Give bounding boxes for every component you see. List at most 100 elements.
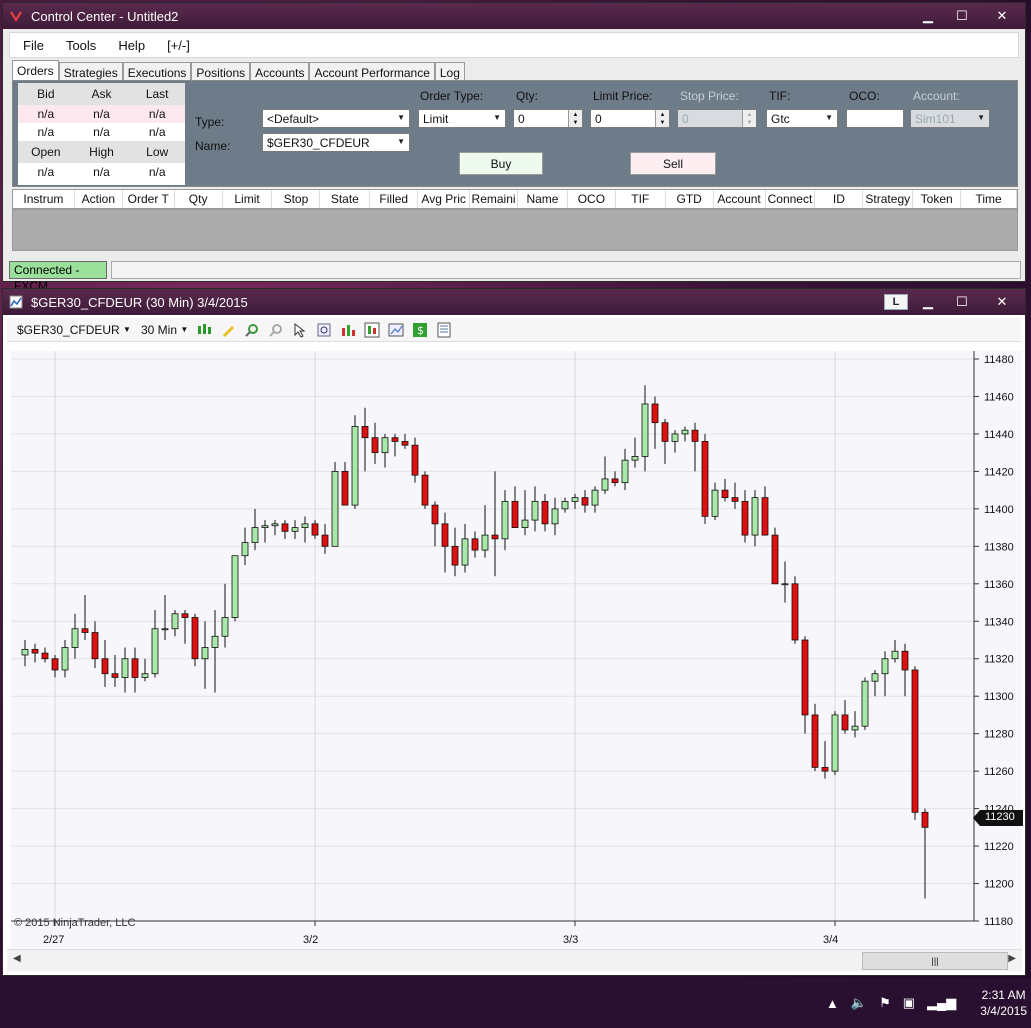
pointer-icon[interactable] — [292, 322, 308, 338]
candle-down — [111, 673, 119, 678]
flag-icon[interactable]: ⚑ — [879, 995, 891, 1011]
quote-row: n/a n/a n/a — [18, 123, 185, 141]
chart-scrollbar[interactable]: ◀ ||| ▶ — [7, 949, 1022, 971]
volume-icon[interactable]: 🔈 — [851, 995, 867, 1011]
limit-price-spinner[interactable]: ▲ ▼ — [655, 110, 669, 127]
scroll-thumb[interactable]: ||| — [862, 952, 1008, 970]
minimize-button[interactable]: ▁ — [911, 3, 945, 29]
dollar-icon[interactable]: $ — [412, 322, 428, 338]
quote-value: n/a — [37, 107, 55, 121]
candlestick-chart[interactable]: 1118011200112201124011260112801130011320… — [11, 351, 1022, 949]
grid-column-header[interactable]: GTD — [666, 190, 714, 208]
instrument-dropdown[interactable]: $GER30_CFDEUR — [262, 133, 410, 152]
orders-grid-body[interactable] — [12, 209, 1018, 251]
data-box-icon[interactable] — [436, 322, 452, 338]
grid-column-header[interactable]: ID — [815, 190, 864, 208]
qty-spinner[interactable]: ▲ ▼ — [568, 110, 582, 127]
candle-up — [121, 658, 129, 678]
grid-column-header[interactable]: Filled — [370, 190, 419, 208]
stop-price-spinner: ▲ ▼ — [742, 110, 756, 127]
link-button[interactable]: L — [881, 289, 911, 315]
chart-properties-icon[interactable] — [388, 322, 404, 338]
scroll-right-icon[interactable]: ▶ — [1008, 953, 1016, 964]
qty-value: 0 — [518, 111, 525, 126]
candle-up — [261, 525, 269, 529]
candle-up — [531, 500, 539, 521]
grid-column-header[interactable]: Action — [75, 190, 123, 208]
tif-dropdown[interactable]: Gtc — [766, 109, 838, 128]
close-button[interactable]: ✕ — [979, 3, 1025, 29]
grid-column-header[interactable]: State — [320, 190, 371, 208]
candle-down — [691, 429, 699, 442]
quote-value: n/a — [148, 107, 166, 121]
candle-up — [301, 523, 309, 528]
grid-column-header[interactable]: TIF — [616, 190, 666, 208]
grid-column-header[interactable]: Avg Pric — [418, 190, 471, 208]
candle-down — [401, 441, 409, 446]
candle-up — [71, 628, 79, 648]
qty-label: Qty: — [516, 89, 539, 103]
order-type-dropdown[interactable]: Limit — [418, 109, 506, 128]
zoom-in-icon[interactable] — [244, 322, 260, 338]
y-tick-label: 11200 — [984, 879, 1014, 891]
type-dropdown[interactable]: <Default> — [262, 109, 410, 128]
menu-toggle[interactable]: [+/-] — [154, 38, 199, 53]
oco-input[interactable] — [846, 109, 904, 128]
tab-orders[interactable]: Orders — [12, 60, 59, 82]
network-icon[interactable]: ▣ — [903, 995, 915, 1011]
strategies-icon[interactable] — [364, 322, 380, 338]
grid-column-header[interactable]: OCO — [568, 190, 616, 208]
candle-up — [641, 403, 649, 457]
candle-down — [81, 628, 89, 633]
minimize-button[interactable]: ▁ — [911, 289, 945, 315]
grid-column-header[interactable]: Time — [961, 190, 1018, 208]
grid-column-header[interactable]: Name — [518, 190, 568, 208]
tif-value: Gtc — [771, 111, 790, 126]
grid-column-header[interactable]: Instrum — [13, 190, 75, 208]
menu-help[interactable]: Help — [105, 38, 154, 53]
close-button[interactable]: ✕ — [979, 289, 1025, 315]
grid-column-header[interactable]: Strategy — [863, 190, 914, 208]
clock[interactable]: 2:31 AM 3/4/2015 — [980, 987, 1027, 1019]
grid-column-header[interactable]: Stop — [272, 190, 321, 208]
system-tray: ▲ 🔈 ⚑ ▣ ▂▄▆ — [814, 995, 956, 1011]
grid-column-header[interactable]: Order T — [123, 190, 175, 208]
type-value: <Default> — [267, 111, 320, 126]
grid-column-header[interactable]: Token — [913, 190, 962, 208]
indicators-icon[interactable] — [340, 322, 356, 338]
maximize-button[interactable]: ☐ — [945, 3, 979, 29]
candle-down — [471, 538, 479, 551]
scroll-left-icon[interactable]: ◀ — [13, 953, 21, 964]
sell-button[interactable]: Sell — [630, 152, 716, 175]
grid-column-header[interactable]: Remaini — [470, 190, 518, 208]
magnifier-icon[interactable] — [316, 322, 332, 338]
control-center-titlebar[interactable]: Control Center - Untitled2 ▁ ☐ ✕ — [3, 3, 1025, 29]
zoom-out-icon[interactable] — [268, 322, 284, 338]
chart-titlebar[interactable]: $GER30_CFDEUR (30 Min) 3/4/2015 L ▁ ☐ ✕ — [3, 289, 1025, 315]
maximize-button[interactable]: ☐ — [945, 289, 979, 315]
buy-button[interactable]: Buy — [459, 152, 543, 175]
chart-panel[interactable]: 11180 11200 11220 11240 11260 11280 11300 11320… — [11, 351, 1023, 949]
drawing-tool-icon[interactable] — [220, 322, 236, 338]
bar-style-icon[interactable] — [196, 322, 212, 338]
grid-column-header[interactable]: Limit — [223, 190, 273, 208]
limit-price-input[interactable]: 0 ▲ ▼ — [590, 109, 670, 128]
grid-column-header[interactable]: Account — [714, 190, 766, 208]
instrument-selector[interactable]: $GER30_CFDEUR ▼ — [17, 323, 131, 337]
menu-file[interactable]: File — [10, 38, 53, 53]
signal-icon[interactable]: ▂▄▆ — [927, 995, 956, 1011]
chevron-up-icon[interactable]: ▲ — [826, 996, 839, 1011]
candle-up — [231, 555, 239, 618]
candle-up — [671, 433, 679, 442]
grid-column-header[interactable]: Connect — [766, 190, 816, 208]
interval-selector[interactable]: 30 Min ▼ — [141, 323, 188, 337]
menu-tools[interactable]: Tools — [53, 38, 105, 53]
candle-up — [61, 647, 69, 671]
candle-down — [451, 545, 459, 566]
chevron-down-icon: ▼ — [180, 325, 189, 334]
y-tick-label: 11440 — [984, 429, 1014, 441]
connection-status: Connected - FXCM — [9, 261, 107, 293]
candle-down — [661, 422, 669, 442]
grid-column-header[interactable]: Qty — [175, 190, 223, 208]
qty-input[interactable]: 0 ▲ ▼ — [513, 109, 583, 128]
